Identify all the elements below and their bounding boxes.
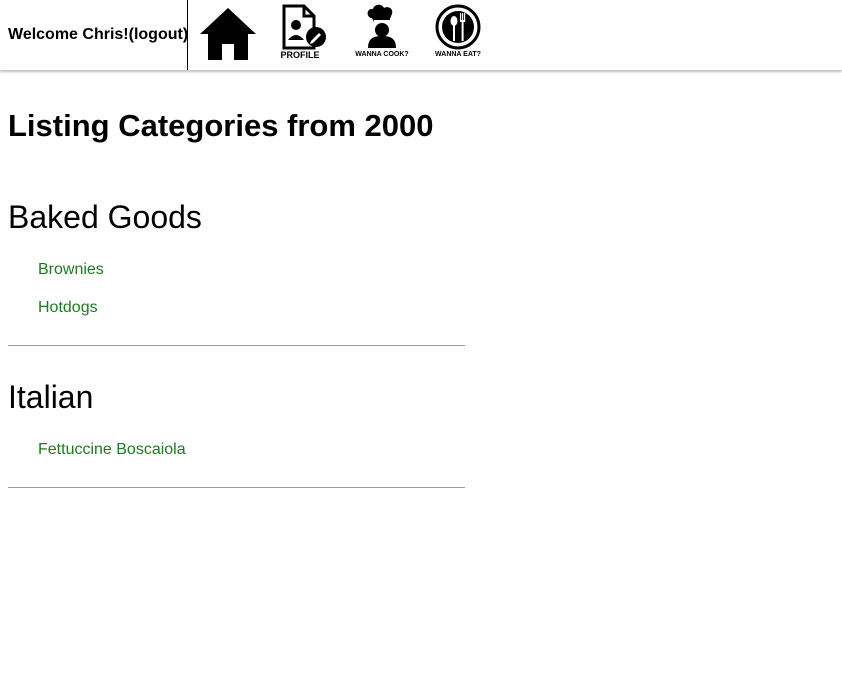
nav-home-button[interactable]: [198, 6, 258, 62]
list-item: Brownies: [38, 251, 465, 289]
nav-profile-label: PROFILE: [280, 50, 320, 60]
nav-wanna-cook-label: WANNA COOK?: [355, 51, 409, 58]
recipe-link[interactable]: Brownies: [38, 261, 104, 278]
divider: [8, 487, 465, 488]
top-navigation-bar: Welcome Chris! (logout) PROFILE WANNA COO…: [0, 0, 842, 71]
logout-link[interactable]: (logout): [129, 26, 189, 44]
nav-wanna-cook-button[interactable]: WANNA COOK?: [354, 4, 410, 58]
nav-wanna-eat-label: WANNA EAT?: [435, 51, 481, 58]
list-item: Fettuccine Boscaiola: [38, 431, 465, 469]
recipe-list: Brownies Hotdogs: [8, 251, 465, 327]
nav-wanna-eat-button[interactable]: WANNA EAT?: [432, 4, 484, 58]
chef-icon: [367, 4, 396, 48]
page-title: Listing Categories from 2000: [8, 108, 434, 143]
category-title: Baked Goods: [8, 199, 202, 235]
nav-profile-button[interactable]: PROFILE: [280, 4, 328, 60]
category-title: Italian: [8, 379, 94, 415]
welcome-text: Welcome Chris!: [8, 26, 129, 43]
welcome-box: Welcome Chris! (logout): [0, 0, 188, 70]
plate-utensils-icon: [435, 4, 481, 50]
divider: [8, 345, 465, 346]
recipe-list: Fettuccine Boscaiola: [8, 431, 465, 469]
recipe-link[interactable]: Fettuccine Boscaiola: [38, 441, 186, 458]
list-item: Hotdogs: [38, 289, 465, 327]
profile-icon: [282, 4, 326, 50]
category-section: Italian Fettuccine Boscaiola: [8, 381, 465, 469]
home-icon: [200, 8, 256, 60]
category-section: Baked Goods Brownies Hotdogs: [8, 201, 465, 327]
recipe-link[interactable]: Hotdogs: [38, 299, 98, 316]
